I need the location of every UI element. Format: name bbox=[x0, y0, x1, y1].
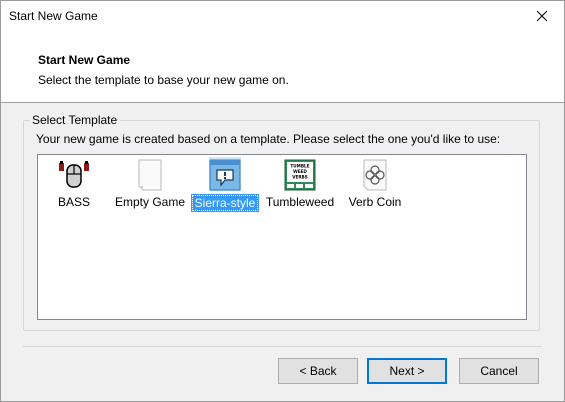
close-icon bbox=[536, 10, 548, 22]
template-label: Empty Game bbox=[114, 195, 186, 209]
template-label: BASS bbox=[57, 195, 90, 209]
close-button[interactable] bbox=[520, 1, 564, 31]
selection-highlight bbox=[209, 157, 241, 191]
template-item-empty-game[interactable]: Empty Game bbox=[110, 157, 190, 213]
template-label: Sierra-style bbox=[190, 194, 260, 212]
sierra-speech-icon bbox=[209, 159, 241, 191]
template-item-tumbleweed[interactable]: TUMBLE WEED VERBS Tumbleweed bbox=[260, 157, 340, 213]
template-item-sierra-style[interactable]: Sierra-style bbox=[185, 157, 265, 213]
cancel-button[interactable]: Cancel bbox=[459, 358, 539, 384]
wizard-header: Start New Game Select the template to ba… bbox=[1, 31, 564, 103]
template-list[interactable]: BASS Empty Game Sierra-style TUMBLE WEED… bbox=[37, 154, 527, 320]
verb-coin-icon bbox=[363, 159, 387, 191]
group-description: Your new game is created based on a temp… bbox=[36, 132, 501, 146]
template-item-bass[interactable]: BASS bbox=[34, 157, 114, 213]
template-label: Verb Coin bbox=[348, 195, 402, 209]
template-label: Tumbleweed bbox=[265, 195, 335, 209]
template-item-verb-coin[interactable]: Verb Coin bbox=[335, 157, 415, 213]
tumbleweed-verbs-icon: TUMBLE WEED VERBS bbox=[284, 159, 316, 191]
start-new-game-dialog: Start New Game Start New Game Select the… bbox=[0, 0, 565, 402]
group-legend: Select Template bbox=[29, 113, 121, 127]
svg-text:VERBS: VERBS bbox=[292, 175, 308, 180]
back-button[interactable]: < Back bbox=[278, 358, 358, 384]
title-bar: Start New Game bbox=[1, 1, 564, 31]
header-title: Start New Game bbox=[38, 53, 131, 67]
footer-separator bbox=[23, 346, 541, 347]
tumbleweed-icon-text: TUMBLE bbox=[290, 164, 309, 169]
next-button[interactable]: Next > bbox=[367, 358, 447, 384]
header-subtitle: Select the template to base your new gam… bbox=[38, 73, 289, 87]
svg-text:WEED: WEED bbox=[293, 169, 307, 174]
window-title: Start New Game bbox=[9, 9, 98, 23]
bass-mouse-icon bbox=[58, 161, 90, 189]
blank-page-icon bbox=[138, 159, 162, 191]
